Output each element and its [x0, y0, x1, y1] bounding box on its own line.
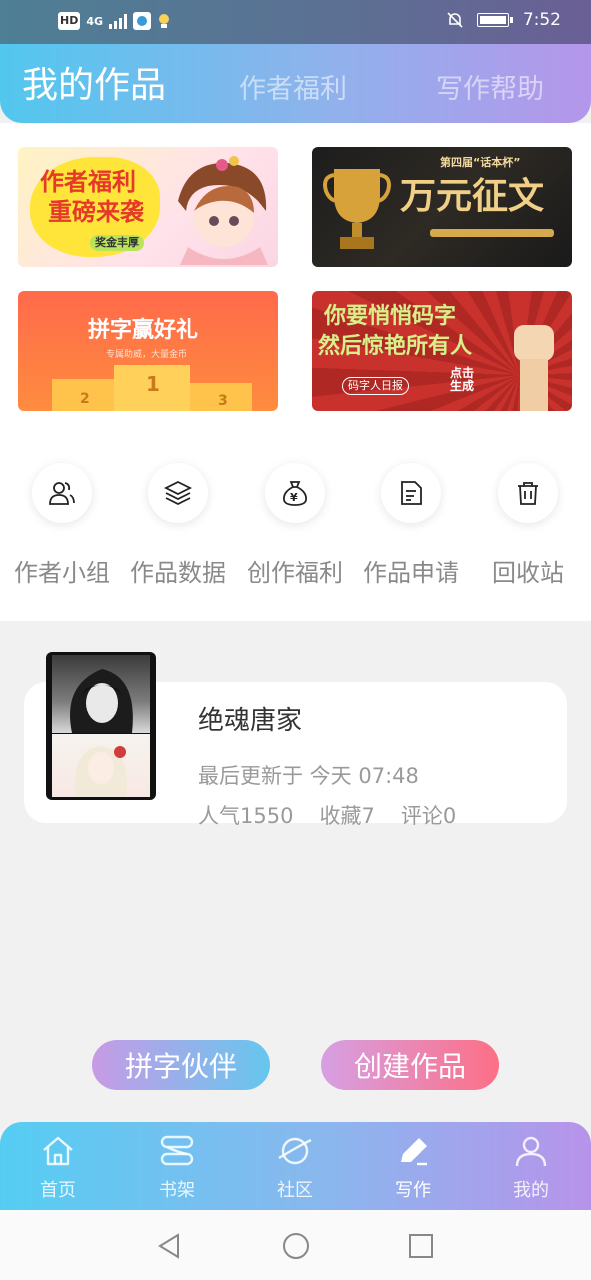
banner-b1-tag: 奖金丰厚: [90, 235, 144, 252]
banner-b3-sub: 专属助威，大量金币: [106, 350, 188, 360]
dark-hair-character-image: [70, 669, 133, 733]
status-bar: HD 4G 7:52: [0, 0, 591, 44]
shortcut-row: 作者小组 作品数据 ¥ 创作福利 作品申请 回收站: [0, 413, 591, 621]
banner-author-benefits[interactable]: 作者福利 重磅来袭 奖金丰厚: [18, 147, 278, 267]
bulb-notification-icon: [159, 14, 170, 28]
shortcut-label: 作者小组: [14, 559, 110, 587]
banner-b2-title: 第四届“话本杯”: [440, 156, 521, 169]
svg-text:1: 1: [146, 372, 160, 396]
fist-illustration: [514, 325, 554, 411]
work-stats: 人气1550 收藏7 评论0: [198, 800, 456, 830]
banner-b1-line1: 作者福利: [40, 168, 136, 196]
banner-b4-line1: 你要悄悄码字: [324, 304, 457, 329]
layers-icon: [163, 480, 193, 506]
nav-write-label: 写作: [395, 1180, 431, 1201]
nav-profile[interactable]: 我的: [491, 1134, 571, 1202]
trophy-icon: [323, 169, 391, 249]
signal-icon: [109, 13, 128, 29]
shortcut-creation-benefits[interactable]: ¥ 创作福利: [237, 463, 353, 588]
work-title[interactable]: 绝魂唐家: [198, 700, 302, 737]
shortcut-work-application[interactable]: 作品申请: [353, 463, 469, 588]
shortcut-recycle-bin[interactable]: 回收站: [470, 463, 586, 588]
work-cover[interactable]: [46, 652, 156, 800]
shortcut-label: 创作福利: [247, 559, 343, 587]
recents-icon[interactable]: [408, 1232, 434, 1260]
nav-home[interactable]: 首页: [18, 1134, 98, 1202]
hd-badge: HD: [58, 12, 81, 30]
user-icon: [515, 1136, 547, 1167]
nav-community-label: 社区: [277, 1180, 313, 1201]
mute-icon: [447, 12, 463, 28]
banner-b2-headline: 万元征文: [400, 176, 545, 217]
typing-partner-button[interactable]: 拼字伙伴: [92, 1040, 270, 1090]
nav-community[interactable]: 社区: [255, 1134, 335, 1202]
banner-b4-cta: 点击生成: [450, 366, 475, 394]
app-notification-icon: [133, 12, 152, 30]
white-hair-character-image: [75, 746, 127, 797]
shortcut-label: 作品数据: [130, 559, 226, 587]
header-tabs: 我的作品 作者福利 写作帮助: [0, 44, 591, 123]
banner-secret-writing[interactable]: 你要悄悄码字 然后惊艳所有人 码字人日报 点击生成: [312, 291, 572, 411]
header: HD 4G 7:52 我的作品 作者福利 写作帮助: [0, 0, 591, 123]
work-comments: 评论0: [400, 804, 457, 828]
anime-girl-illustration: [178, 156, 268, 265]
nav-write[interactable]: 写作: [373, 1134, 453, 1202]
back-icon[interactable]: [156, 1232, 182, 1260]
tab-my-works[interactable]: 我的作品: [22, 56, 166, 108]
nav-bookshelf[interactable]: 书架: [137, 1134, 217, 1202]
svg-text:2: 2: [80, 391, 90, 407]
nav-home-label: 首页: [40, 1180, 76, 1201]
trash-icon: [518, 482, 538, 505]
svg-text:¥: ¥: [290, 491, 298, 504]
battery-icon: [476, 13, 513, 27]
work-favorites: 收藏7: [319, 804, 375, 828]
bookshelf-icon: [160, 1135, 194, 1166]
pen-icon: [401, 1138, 427, 1166]
banner-grid: 作者福利 重磅来袭 奖金丰厚 第四届“话本杯” 万元征文 拼字赢好礼 专属助威，…: [0, 123, 591, 413]
banner-b4-tag: 码字人日报: [342, 377, 409, 396]
shortcut-label: 回收站: [492, 559, 564, 587]
banner-b1-line2: 重磅来袭: [48, 198, 144, 226]
shortcut-label: 作品申请: [363, 559, 459, 587]
document-icon: [401, 481, 422, 505]
work-popularity: 人气1550: [198, 804, 294, 828]
shortcut-author-group[interactable]: 作者小组: [4, 463, 120, 588]
banner-essay-contest[interactable]: 第四届“话本杯” 万元征文: [312, 147, 572, 267]
money-bag-icon: ¥: [283, 481, 307, 506]
planet-icon: [278, 1137, 312, 1165]
network-label: 4G: [86, 14, 104, 28]
bottom-nav: 首页 书架 社区 写作 我的: [0, 1122, 591, 1210]
podium-illustration: 2 1 3: [52, 365, 252, 411]
tab-author-benefits[interactable]: 作者福利: [239, 67, 347, 106]
banner-typing-rewards[interactable]: 拼字赢好礼 专属助威，大量金币 2 1 3: [18, 291, 278, 411]
create-work-button[interactable]: 创建作品: [321, 1040, 499, 1090]
home-circle-icon[interactable]: [282, 1232, 310, 1260]
banner-b3-headline: 拼字赢好礼: [88, 318, 199, 343]
system-navigation-bar: [0, 1210, 591, 1280]
nav-profile-label: 我的: [513, 1180, 549, 1201]
nav-bookshelf-label: 书架: [159, 1180, 195, 1201]
home-icon: [43, 1136, 73, 1166]
shortcut-work-data[interactable]: 作品数据: [120, 463, 236, 588]
banner-b4-line2: 然后惊艳所有人: [318, 334, 473, 359]
group-icon: [49, 482, 75, 505]
svg-text:3: 3: [218, 393, 228, 409]
work-last-updated: 最后更新于 今天 07:48: [198, 764, 419, 788]
clock: 7:52: [522, 10, 561, 30]
tab-writing-help[interactable]: 写作帮助: [436, 67, 544, 106]
rose-decoration: [114, 746, 126, 758]
